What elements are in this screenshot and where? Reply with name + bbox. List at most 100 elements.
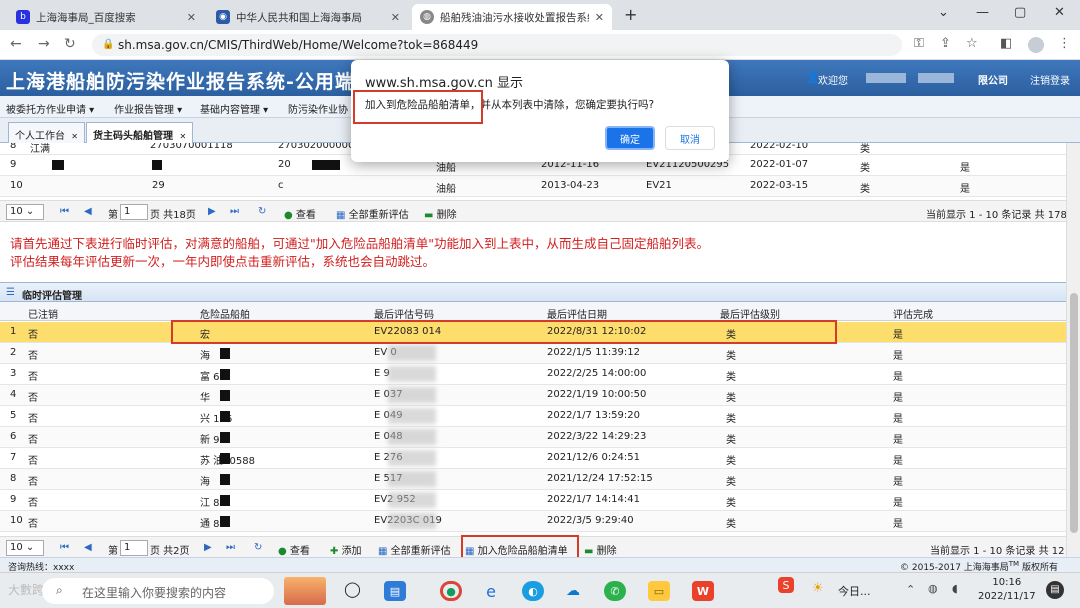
browser-tab-msa[interactable]: ◉ 中华人民共和国上海海事局 ✕ [208,4,408,30]
browser-tab-active[interactable]: ◍ 船舶残油油污水接收处置报告系统 ✕ [412,4,612,30]
side-panel-icon[interactable]: ◧ [1000,36,1012,51]
table-row[interactable]: 9否江 8EV2 9522022/1/7 14:14:41类是 [0,490,1066,511]
taskbar-weather-picture[interactable] [284,577,326,605]
page-size-select[interactable]: 10 ⌄ [6,204,44,220]
cell-date: 2022/1/5 11:39:12 [547,347,641,358]
weather-text[interactable]: 今日... [838,583,871,599]
taskbar-search-input[interactable]: ⌕ 在这里输入你要搜索的内容 [42,578,274,604]
cell-num: 1 [10,326,17,337]
cell-done: 是 [893,414,903,425]
new-tab-button[interactable]: + [624,5,637,24]
top-grid-pager: 10 ⌄ ⏮ ◀ 第 1 页 共18页 ▶ ⏭ ↻ ● 查看 ▦ 全部重新评估 … [0,200,1080,222]
prev-page-icon[interactable]: ◀ [84,542,92,553]
page-size-select[interactable]: 10 ⌄ [6,540,44,556]
menu-report-manage[interactable]: 作业报告管理 ▾ [114,101,182,116]
delete-button[interactable]: ▬ 删除 [424,206,457,221]
reeval-all-button[interactable]: ▦ 全部重新评估 [336,206,409,221]
network-icon[interactable]: ◍ [928,582,938,595]
taskbar-clock[interactable]: 10:16 2022/11/17 [978,576,1036,604]
bookmark-star-icon[interactable]: ☆ [966,36,978,51]
more-menu-icon[interactable]: ⋮ [1058,36,1071,51]
close-icon[interactable]: ✕ [187,11,196,24]
tray-up-arrow-icon[interactable]: ⌃ [906,583,915,596]
volume-icon[interactable]: ◖ [952,582,958,595]
first-page-icon[interactable]: ⏮ [60,206,69,217]
close-icon[interactable]: ✕ [595,11,604,24]
table-row[interactable]: 5否兴 116E 0492022/1/7 13:59:20类是 [0,406,1066,427]
cell-cancelled: 否 [28,477,38,488]
reeval-all-button[interactable]: ▦ 全部重新评估 [378,542,451,557]
edge-icon[interactable]: ◐ [522,581,544,601]
cell-date: 2022/2/25 14:00:00 [547,368,647,379]
cell-ship: 海 [200,351,210,362]
key-icon[interactable]: ⚿ [914,36,924,51]
page-number-input[interactable]: 1 [120,540,148,556]
tab-search-icon[interactable]: ⌄ [938,5,949,20]
table-row[interactable]: 10 29 c 油船 2013-04-23 EV21 2022-03-15 类 … [0,176,1066,197]
table-row[interactable]: 4否华E 0372022/1/19 10:00:50类是 [0,385,1066,406]
menu-pollution-work[interactable]: 防污染作业协 [288,101,348,116]
delete-button[interactable]: ▬ 删除 [584,542,617,557]
tab-personal-workbench[interactable]: 个人工作台 ✕ [8,122,85,143]
reload-icon[interactable]: ↻ [64,36,76,52]
last-page-icon[interactable]: ⏭ [226,542,235,553]
redacted-block [388,492,436,508]
wps-icon[interactable]: W [692,581,714,601]
table-row[interactable]: 2 否海 EV 0 2022/1/5 11:39:12 类是 [0,343,1066,364]
ie-icon[interactable]: e [480,581,502,601]
redacted-block [220,348,230,359]
refresh-icon[interactable]: ↻ [258,206,266,217]
col-date[interactable]: 最后评估日期 [547,306,607,321]
notify-app-icon[interactable]: S [778,577,794,593]
next-page-icon[interactable]: ▶ [208,206,216,217]
wechat-icon[interactable]: ✆ [604,581,626,601]
table-row[interactable]: 10否通 8EV2203C 0192022/3/5 9:29:40类是 [0,511,1066,532]
col-ship[interactable]: 危险品船舶 [200,306,250,321]
menu-delegate-apply[interactable]: 被委托方作业申请 ▾ [6,101,94,116]
folder-icon[interactable]: ▭ [648,581,670,601]
table-row[interactable]: 6否新 98E 0482022/3/22 14:29:23类是 [0,427,1066,448]
task-view-icon[interactable]: ◯ [344,580,361,598]
browser-tab-baidu[interactable]: b 上海海事局_百度搜索 ✕ [8,4,204,30]
url-bar[interactable]: 🔒 sh.msa.gov.cn/CMIS/ThirdWeb/Home/Welco… [92,34,902,56]
notification-center-icon[interactable]: ▤ [1046,581,1064,599]
file-explorer-icon[interactable]: ▤ [384,581,406,601]
window-close-button[interactable]: ✕ [1054,5,1065,20]
confirm-ok-button[interactable]: 确定 [605,126,655,150]
share-icon[interactable]: ⇪ [940,36,951,51]
close-icon[interactable]: ✕ [391,11,400,24]
view-button[interactable]: ● 查看 [284,206,316,221]
close-icon[interactable]: ✕ [71,132,78,141]
back-arrow-icon[interactable]: ← [10,36,22,52]
profile-avatar-icon[interactable] [1028,37,1044,53]
redacted-block [220,474,230,485]
table-row[interactable]: 7否苏 油00588E 2762021/12/6 0:24:51类是 [0,448,1066,469]
logout-link[interactable]: 注销登录 [1030,72,1070,87]
scrollbar-thumb[interactable] [1070,293,1078,533]
page-number-input[interactable]: 1 [120,204,148,220]
refresh-icon[interactable]: ↻ [254,542,262,553]
next-page-icon[interactable]: ▶ [204,542,212,553]
add-button[interactable]: ✚ 添加 [330,542,362,557]
close-icon[interactable]: ✕ [179,132,186,141]
col-cancelled[interactable]: 已注销 [28,306,58,321]
col-code[interactable]: 最后评估号码 [374,306,434,321]
col-level[interactable]: 最后评估级别 [720,306,780,321]
bottom-grid-header: 已注销 危险品船舶 最后评估号码 最后评估日期 最后评估级别 评估完成 [0,302,1066,321]
forward-arrow-icon[interactable]: → [38,36,50,52]
onedrive-icon[interactable]: ☁ [562,581,584,601]
col-done[interactable]: 评估完成 [893,306,933,321]
minimize-button[interactable]: — [976,5,989,20]
tab-ship-manage[interactable]: 货主码头船舶管理 ✕ [86,122,194,143]
table-row[interactable]: 8否海E 5172021/12/24 17:52:15类是 [0,469,1066,490]
prev-page-icon[interactable]: ◀ [84,206,92,217]
first-page-icon[interactable]: ⏮ [60,542,69,553]
table-row[interactable]: 3否富 6E 9 2022/2/25 14:00:00 类是 [0,364,1066,385]
chrome-icon[interactable]: ● [440,581,462,601]
maximize-button[interactable]: ▢ [1014,5,1026,20]
page-scrollbar[interactable] [1066,143,1080,557]
view-button[interactable]: ● 查看 [278,542,310,557]
last-page-icon[interactable]: ⏭ [230,206,239,217]
menu-basic-content[interactable]: 基础内容管理 ▾ [200,101,268,116]
confirm-cancel-button[interactable]: 取消 [665,126,715,150]
